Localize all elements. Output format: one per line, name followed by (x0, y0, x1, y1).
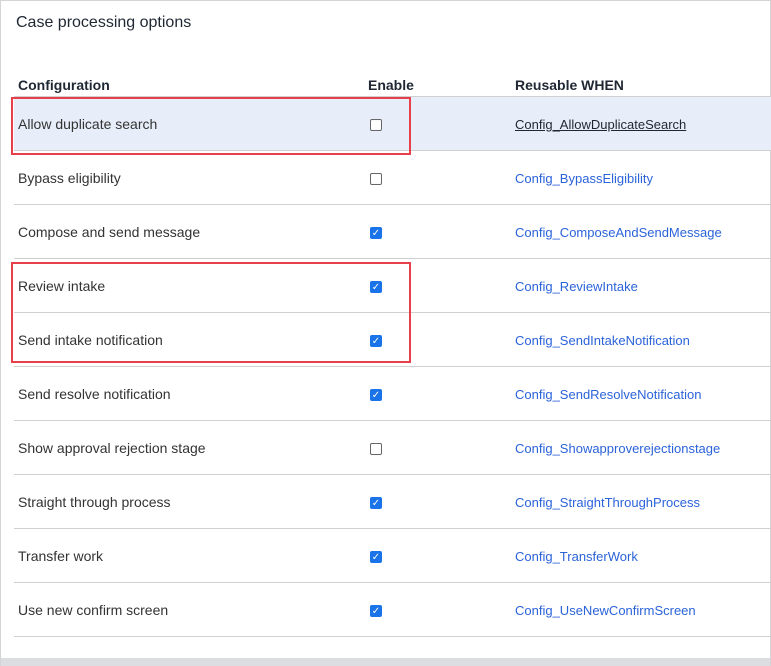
page-title: Case processing options (16, 14, 192, 31)
reusable-when-link[interactable]: Config_AllowDuplicateSearch (515, 117, 686, 132)
reusable-when-link[interactable]: Config_ReviewIntake (515, 279, 638, 294)
enable-checkbox[interactable]: ✓ (370, 389, 382, 401)
enable-checkbox[interactable] (370, 173, 382, 185)
configuration-label: Compose and send message (18, 224, 201, 240)
enable-checkbox[interactable]: ✓ (370, 551, 382, 563)
column-header-enable: Enable (368, 77, 414, 93)
configuration-label: Straight through process (18, 494, 171, 510)
table-row[interactable]: Send resolve notification ✓ Config_SendR… (14, 367, 771, 421)
table-row[interactable]: Transfer work ✓ Config_TransferWork (14, 529, 771, 583)
highlight-box (11, 262, 411, 363)
reusable-when-link[interactable]: Config_StraightThroughProcess (515, 495, 700, 510)
enable-checkbox[interactable]: ✓ (370, 497, 382, 509)
enable-checkbox[interactable]: ✓ (370, 605, 382, 617)
enable-checkbox[interactable]: ✓ (370, 227, 382, 239)
reusable-when-link[interactable]: Config_BypassEligibility (515, 171, 653, 186)
reusable-when-link[interactable]: Config_TransferWork (515, 549, 638, 564)
reusable-when-link[interactable]: Config_SendResolveNotification (515, 387, 701, 402)
configuration-label: Use new confirm screen (18, 602, 169, 618)
bottom-bar (1, 658, 770, 666)
reusable-when-link[interactable]: Config_SendIntakeNotification (515, 333, 690, 348)
configuration-label: Send resolve notification (18, 386, 171, 402)
configuration-label: Transfer work (18, 548, 104, 564)
table-row[interactable]: Use new confirm screen ✓ Config_UseNewCo… (14, 583, 771, 637)
table-row[interactable]: Bypass eligibility Config_BypassEligibil… (14, 151, 771, 205)
highlight-box (11, 97, 411, 155)
reusable-when-link[interactable]: Config_ComposeAndSendMessage (515, 225, 722, 240)
table-row[interactable]: Straight through process ✓ Config_Straig… (14, 475, 771, 529)
reusable-when-link[interactable]: Config_UseNewConfirmScreen (515, 603, 696, 618)
table-row[interactable]: Show approval rejection stage Config_Sho… (14, 421, 771, 475)
enable-checkbox[interactable] (370, 443, 382, 455)
table-row[interactable]: Compose and send message ✓ Config_Compos… (14, 205, 771, 259)
column-header-reusable-when: Reusable WHEN (515, 77, 624, 93)
configuration-label: Bypass eligibility (18, 170, 121, 186)
column-header-configuration: Configuration (18, 77, 110, 93)
reusable-when-link[interactable]: Config_Showapproverejectionstage (515, 441, 720, 456)
configuration-label: Show approval rejection stage (18, 440, 206, 456)
